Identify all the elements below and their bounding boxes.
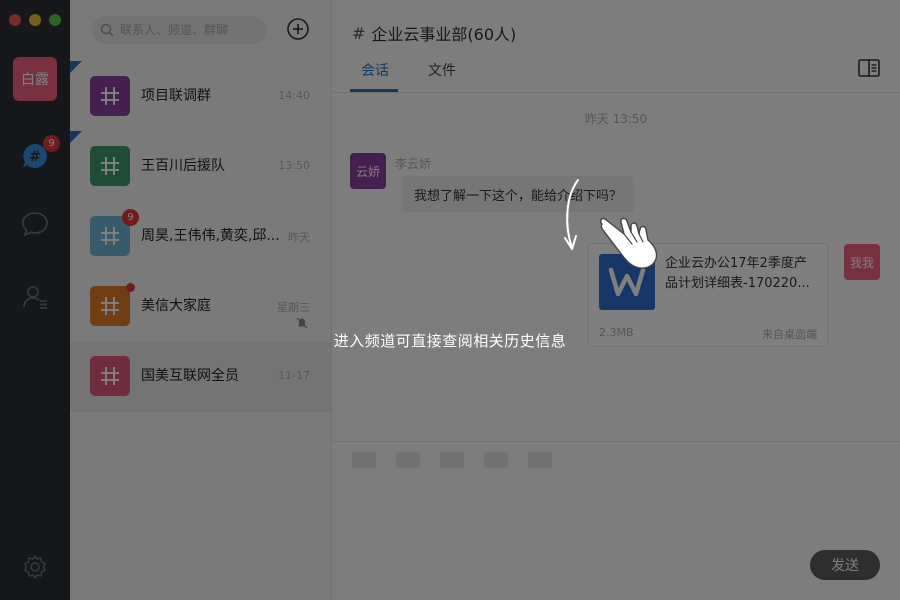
pointing-hand-icon bbox=[600, 217, 658, 269]
tutorial-hint-text: 进入频道可直接查阅相关历史信息 bbox=[333, 332, 567, 350]
curved-arrow-icon bbox=[564, 179, 579, 250]
tutorial-overlay[interactable] bbox=[0, 0, 900, 600]
